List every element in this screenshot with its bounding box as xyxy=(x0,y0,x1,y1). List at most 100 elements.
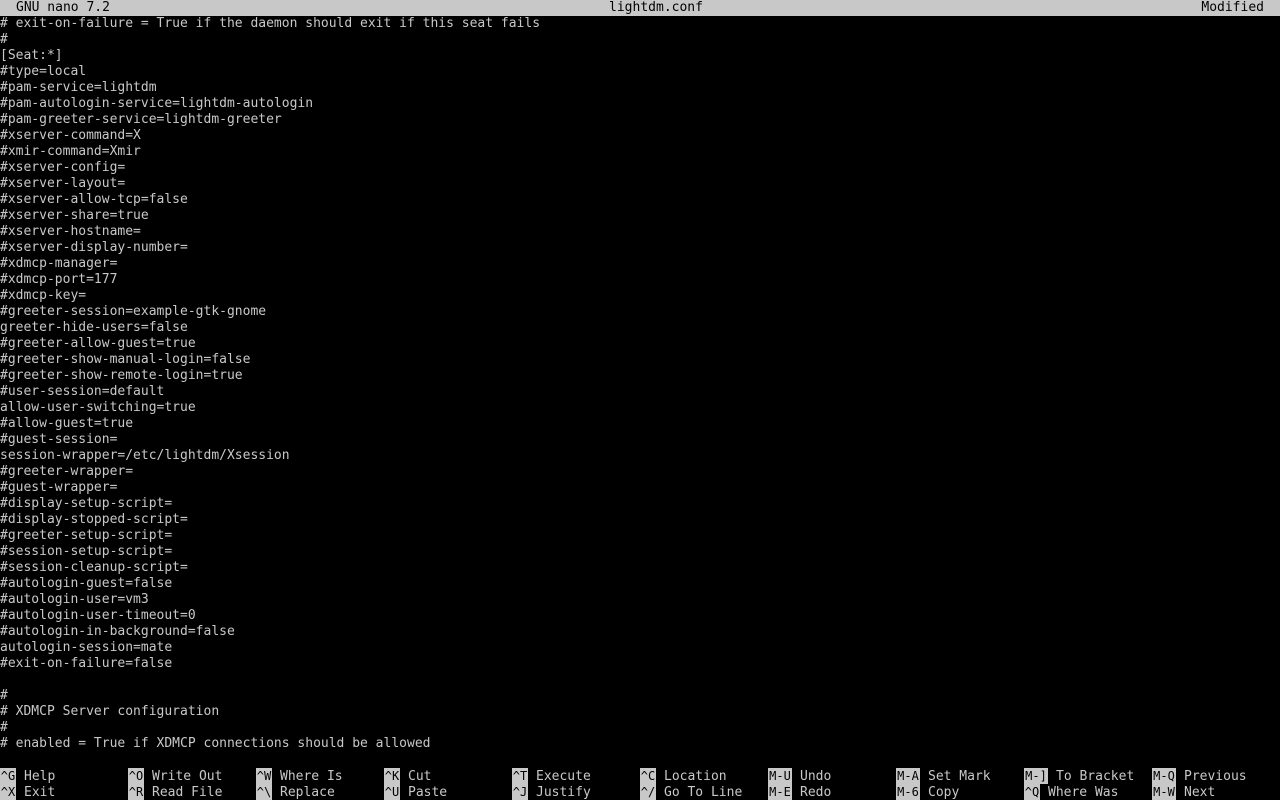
editor-line[interactable]: #greeter-wrapper= xyxy=(0,464,1280,480)
editor-line[interactable]: #xserver-layout= xyxy=(0,176,1280,192)
shortcut-item[interactable]: ^/ Go To Line xyxy=(640,784,768,800)
shortcut-label: Replace xyxy=(280,785,335,800)
editor-line[interactable]: #guest-wrapper= xyxy=(0,480,1280,496)
editor-line[interactable]: #autologin-in-background=false xyxy=(0,624,1280,640)
editor-line[interactable]: # xyxy=(0,688,1280,704)
editor-line[interactable]: #pam-autologin-service=lightdm-autologin xyxy=(0,96,1280,112)
shortcut-item[interactable]: ^G Help xyxy=(0,768,128,784)
shortcut-item[interactable]: ^U Paste xyxy=(384,784,512,800)
shortcut-item[interactable]: M-U Undo xyxy=(768,768,896,784)
editor-line[interactable]: #allow-guest=true xyxy=(0,416,1280,432)
shortcut-item[interactable]: ^W Where Is xyxy=(256,768,384,784)
shortcut-label: To Bracket xyxy=(1056,769,1135,784)
shortcut-label: Help xyxy=(24,769,56,784)
editor-line[interactable]: #greeter-show-remote-login=true xyxy=(0,368,1280,384)
editor-line[interactable]: #pam-greeter-service=lightdm-greeter xyxy=(0,112,1280,128)
shortcut-label: Where Is xyxy=(280,769,343,784)
shortcut-item[interactable]: ^R Read File xyxy=(128,784,256,800)
shortcut-key: M-E xyxy=(768,784,792,800)
editor-line[interactable]: #xdmcp-port=177 xyxy=(0,272,1280,288)
shortcut-label: Read File xyxy=(152,785,223,800)
editor-line[interactable]: #xserver-config= xyxy=(0,160,1280,176)
shortcut-key: ^O xyxy=(128,768,144,784)
editor-line[interactable]: [Seat:*] xyxy=(0,48,1280,64)
editor-line[interactable]: #exit-on-failure=false xyxy=(0,656,1280,672)
editor-line[interactable]: #user-session=default xyxy=(0,384,1280,400)
editor-line[interactable]: # enabled = True if XDMCP connections sh… xyxy=(0,736,1280,752)
editor-line[interactable]: #xdmcp-key= xyxy=(0,288,1280,304)
editor-line[interactable]: #display-setup-script= xyxy=(0,496,1280,512)
editor-line[interactable]: #guest-session= xyxy=(0,432,1280,448)
editor-line[interactable]: #display-stopped-script= xyxy=(0,512,1280,528)
shortcut-item[interactable]: M-A Set Mark xyxy=(896,768,1024,784)
shortcut-bar: ^G Help ^X Exit ^O Write Out ^R Read File ^W Wher… xyxy=(0,768,1280,800)
editor-line[interactable]: #xserver-display-number= xyxy=(0,240,1280,256)
shortcut-item[interactable]: M-Q Previous xyxy=(1152,768,1280,784)
editor-line[interactable]: #xserver-hostname= xyxy=(0,224,1280,240)
shortcut-key: ^G xyxy=(0,768,16,784)
modified-status: Modified xyxy=(1201,0,1264,15)
shortcut-label: Next xyxy=(1184,785,1216,800)
shortcut-key: ^W xyxy=(256,768,272,784)
shortcut-item[interactable]: ^J Justify xyxy=(512,784,640,800)
shortcut-item[interactable]: ^Q Where Was xyxy=(1024,784,1152,800)
shortcut-item[interactable]: ^C Location xyxy=(640,768,768,784)
shortcut-key: ^K xyxy=(384,768,400,784)
shortcut-key: M-] xyxy=(1024,768,1048,784)
editor-line[interactable]: # exit-on-failure = True if the daemon s… xyxy=(0,16,1280,32)
shortcut-item[interactable]: ^\ Replace xyxy=(256,784,384,800)
editor-line[interactable]: #session-setup-script= xyxy=(0,544,1280,560)
shortcut-item[interactable]: M-6 Copy xyxy=(896,784,1024,800)
editor-line[interactable]: #session-cleanup-script= xyxy=(0,560,1280,576)
shortcut-item[interactable]: ^X Exit xyxy=(0,784,128,800)
shortcut-label: Justify xyxy=(536,785,591,800)
editor-line[interactable]: #greeter-session=example-gtk-gnome xyxy=(0,304,1280,320)
editor-line[interactable]: #autologin-guest=false xyxy=(0,576,1280,592)
shortcut-label: Redo xyxy=(800,785,832,800)
editor-line[interactable]: #autologin-user-timeout=0 xyxy=(0,608,1280,624)
editor-line[interactable]: # XDMCP Server configuration xyxy=(0,704,1280,720)
editor-line[interactable]: # xyxy=(0,32,1280,48)
shortcut-item[interactable]: M-E Redo xyxy=(768,784,896,800)
shortcut-label: Go To Line xyxy=(664,785,743,800)
shortcut-key: ^T xyxy=(512,768,528,784)
editor-line[interactable]: allow-user-switching=true xyxy=(0,400,1280,416)
shortcut-key: ^C xyxy=(640,768,656,784)
shortcut-key: ^Q xyxy=(1024,784,1040,800)
shortcut-item[interactable]: ^T Execute xyxy=(512,768,640,784)
shortcut-key: ^\ xyxy=(256,784,272,800)
editor-line[interactable]: #xserver-share=true xyxy=(0,208,1280,224)
shortcut-item[interactable]: ^O Write Out xyxy=(128,768,256,784)
shortcut-item[interactable]: M-W Next xyxy=(1152,784,1280,800)
editor-line[interactable]: #xserver-allow-tcp=false xyxy=(0,192,1280,208)
shortcut-label: Set Mark xyxy=(928,769,991,784)
editor-line[interactable]: #xdmcp-manager= xyxy=(0,256,1280,272)
shortcut-label: Previous xyxy=(1184,769,1247,784)
editor-line[interactable]: #greeter-allow-guest=true xyxy=(0,336,1280,352)
editor-line[interactable]: autologin-session=mate xyxy=(0,640,1280,656)
editor-line[interactable]: #type=local xyxy=(0,64,1280,80)
shortcut-label: Execute xyxy=(536,769,591,784)
editor-line[interactable]: session-wrapper=/etc/lightdm/Xsession xyxy=(0,448,1280,464)
editor-line[interactable]: #xmir-command=Xmir xyxy=(0,144,1280,160)
shortcut-label: Exit xyxy=(24,785,56,800)
editor-line[interactable]: #greeter-setup-script= xyxy=(0,528,1280,544)
editor-line[interactable]: # xyxy=(0,720,1280,736)
shortcut-label: Copy xyxy=(928,785,960,800)
shortcut-key: M-W xyxy=(1152,784,1176,800)
editor-line[interactable]: #xserver-command=X xyxy=(0,128,1280,144)
editor-line[interactable]: #greeter-show-manual-login=false xyxy=(0,352,1280,368)
editor-line[interactable]: #autologin-user=vm3 xyxy=(0,592,1280,608)
shortcut-item[interactable]: ^K Cut xyxy=(384,768,512,784)
shortcut-key: ^R xyxy=(128,784,144,800)
shortcut-label: Paste xyxy=(408,785,448,800)
shortcut-label: Undo xyxy=(800,769,832,784)
editor-line[interactable]: greeter-hide-users=false xyxy=(0,320,1280,336)
shortcut-key: M-A xyxy=(896,768,920,784)
editor-buffer[interactable]: # exit-on-failure = True if the daemon s… xyxy=(0,16,1280,752)
editor-line[interactable]: #pam-service=lightdm xyxy=(0,80,1280,96)
file-name: lightdm.conf xyxy=(609,0,703,15)
editor-line[interactable] xyxy=(0,672,1280,688)
shortcut-item[interactable]: M-] To Bracket xyxy=(1024,768,1152,784)
shortcut-key: M-U xyxy=(768,768,792,784)
